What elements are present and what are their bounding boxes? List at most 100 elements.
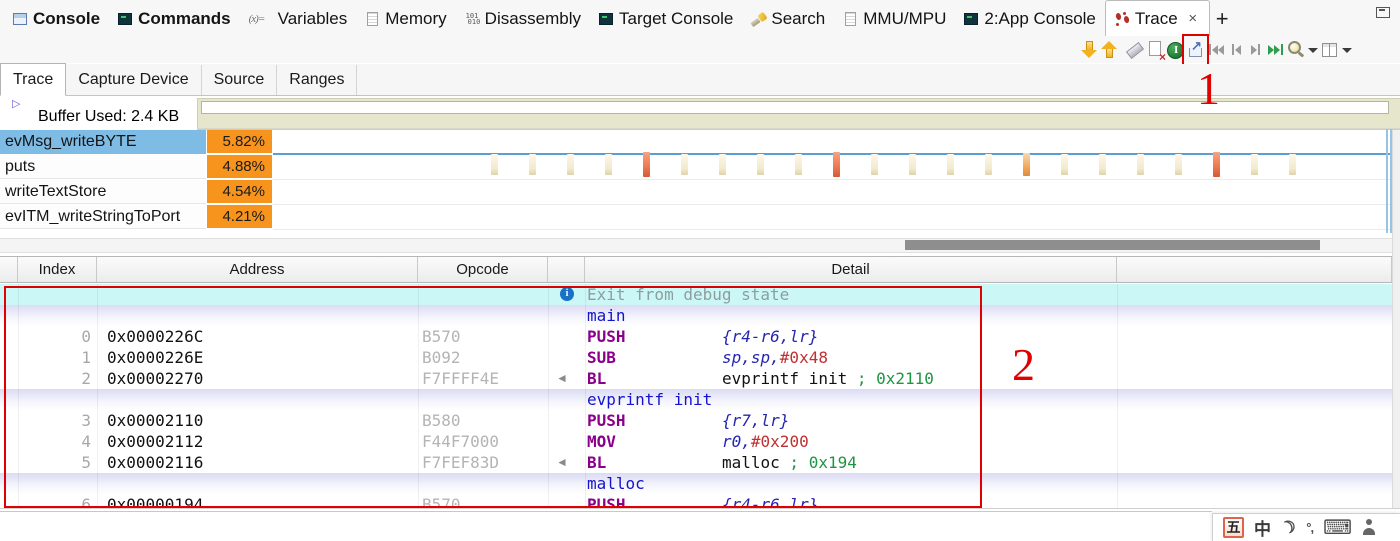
timeline-tick — [605, 154, 612, 175]
subtab-capture-device[interactable]: Capture Device — [66, 65, 201, 95]
subtab-ranges[interactable]: Ranges — [277, 65, 357, 95]
timeline-tick — [947, 154, 954, 175]
column-header-index[interactable]: Index — [18, 257, 97, 282]
timeline-tick — [1251, 154, 1258, 175]
columns-icon[interactable] — [1320, 38, 1339, 62]
column-header-blank[interactable] — [0, 257, 18, 282]
step-forward-icon[interactable] — [1246, 38, 1265, 62]
vertical-scrollbar[interactable] — [1392, 130, 1400, 508]
trace-row[interactable]: main — [0, 305, 1392, 326]
function-row-evitm-writestringtoport[interactable]: evITM_writeStringToPort — [0, 205, 206, 229]
operand-comment: ; 0x194 — [780, 453, 857, 472]
tab-variables[interactable]: Variables — [240, 2, 357, 36]
operand-reg: r0, — [722, 432, 751, 451]
tab-label: Target Console — [619, 9, 733, 29]
index-cell: 1 — [18, 347, 91, 368]
move-down-icon[interactable] — [1080, 38, 1099, 62]
branch-arrow-icon: ◄ — [556, 452, 568, 473]
function-percent: 5.82% — [207, 130, 272, 153]
trace-row[interactable]: 20x00002270F7FFFF4E◄BLevprintf init ; 0x… — [0, 368, 1392, 389]
subtab-trace[interactable]: Trace — [0, 63, 66, 96]
view-menu-caret-icon[interactable] — [1340, 38, 1353, 62]
jump-to-start-icon[interactable] — [1206, 38, 1225, 62]
find-menu-caret-icon[interactable] — [1306, 38, 1319, 62]
tab-label: Trace — [1135, 9, 1178, 29]
column-header-blank[interactable] — [548, 257, 585, 282]
tab-memory[interactable]: Memory — [356, 2, 455, 36]
trace-row[interactable]: 40x00002112F44F7000MOVr0,#0x200 — [0, 431, 1392, 452]
trace-row[interactable]: 10x0000226EB092SUBsp,sp,#0x48 — [0, 347, 1392, 368]
column-header-opcode[interactable]: Opcode — [418, 257, 548, 282]
find-icon[interactable] — [1286, 38, 1305, 62]
mnemonic: BL — [587, 368, 722, 389]
subtab-source[interactable]: Source — [202, 65, 278, 95]
operand-reg: {r7,lr} — [722, 411, 789, 430]
trace-row[interactable]: 60x00000194B570PUSH{r4-r6,lr} — [0, 494, 1392, 508]
trace-row[interactable]: 30x00002110B580PUSH{r7,lr} — [0, 410, 1392, 431]
timeline-tick — [795, 154, 802, 175]
terminal-icon — [964, 12, 979, 26]
expand-arrow-icon[interactable]: ▷ — [12, 97, 20, 110]
tab-2-app-console[interactable]: 2:App Console — [955, 2, 1105, 36]
jump-to-end-icon[interactable] — [1266, 38, 1285, 62]
close-icon[interactable]: × — [1186, 10, 1200, 27]
ime-punctuation-mode[interactable]: °, — [1306, 520, 1313, 535]
timeline-tick — [567, 154, 574, 175]
flashlight-icon — [751, 12, 766, 26]
trace-row[interactable]: 50x00002116F7FEF83D◄BLmalloc ; 0x194 — [0, 452, 1392, 473]
timeline-tick — [757, 154, 764, 175]
move-up-icon[interactable] — [1100, 38, 1119, 62]
tab-label: Search — [771, 9, 825, 29]
column-header-address[interactable]: Address — [97, 257, 418, 282]
group-function-name: malloc — [587, 473, 645, 494]
trace-toolbar — [0, 36, 1400, 63]
tab-commands[interactable]: Commands — [109, 2, 240, 36]
ime-person-icon[interactable] — [1362, 519, 1376, 536]
clear-trace-icon[interactable] — [1126, 38, 1145, 62]
tab-target-console[interactable]: Target Console — [590, 2, 742, 36]
timeline-tick — [985, 154, 992, 175]
tab-mmu-mpu[interactable]: MMU/MPU — [834, 2, 955, 36]
detail-cell: BLmalloc ; 0x194 — [587, 452, 857, 473]
divider — [0, 511, 1212, 512]
export-trace-icon[interactable] — [1186, 38, 1205, 62]
timeline-tick — [1137, 154, 1144, 175]
horizontal-scrollbar[interactable] — [0, 238, 1392, 253]
trace-row[interactable]: malloc — [0, 473, 1392, 494]
column-separator — [97, 284, 98, 508]
function-row-evmsg-writebyte[interactable]: evMsg_writeBYTE — [0, 130, 206, 154]
column-separator — [18, 284, 19, 508]
timeline-tick — [909, 154, 916, 175]
tab-trace[interactable]: Trace × — [1105, 0, 1210, 36]
detail-cell: BLevprintf init ; 0x2110 — [587, 368, 934, 389]
tab-disassembly[interactable]: Disassembly — [456, 2, 590, 36]
timeline-tick — [491, 154, 498, 175]
step-back-icon[interactable] — [1226, 38, 1245, 62]
trace-row[interactable]: 00x0000226CB570PUSH{r4-r6,lr} — [0, 326, 1392, 347]
new-tab-button[interactable]: + — [1210, 6, 1239, 36]
operand-imm: #0x48 — [780, 348, 828, 367]
horizontal-scrollbar-thumb[interactable] — [905, 240, 1320, 250]
buffer-used-label: Buffer Used: 2.4 KB — [38, 108, 179, 126]
remove-capture-icon[interactable] — [1146, 38, 1165, 62]
ime-fullwidth-moon-icon[interactable]: ☽ — [1277, 515, 1299, 540]
column-header-blank[interactable] — [1117, 257, 1392, 282]
trace-row[interactable]: evprintf init — [0, 389, 1392, 410]
tab-console[interactable]: Console — [4, 2, 109, 36]
column-separator — [548, 284, 549, 508]
function-row-puts[interactable]: puts — [0, 155, 206, 179]
column-header-detail[interactable]: Detail — [585, 257, 1117, 282]
operand-reg: sp,sp, — [722, 348, 780, 367]
trace-row[interactable]: iExit from debug state — [0, 284, 1392, 305]
tab-search[interactable]: Search — [742, 2, 834, 36]
minimize-view-icon[interactable] — [1376, 7, 1390, 18]
ime-wubi-indicator[interactable]: 五 — [1223, 517, 1244, 538]
ime-soft-keyboard-icon[interactable]: ⌨ — [1323, 515, 1352, 540]
info-icon[interactable] — [1166, 38, 1185, 62]
ime-chinese-mode[interactable]: 中 — [1254, 515, 1271, 540]
group-function-name: main — [587, 305, 626, 326]
function-row-writetextstore[interactable]: writeTextStore — [0, 180, 206, 204]
gridline — [273, 229, 1392, 230]
opcode-cell: B092 — [422, 347, 461, 368]
timeline-overview-bar[interactable] — [201, 101, 1389, 114]
